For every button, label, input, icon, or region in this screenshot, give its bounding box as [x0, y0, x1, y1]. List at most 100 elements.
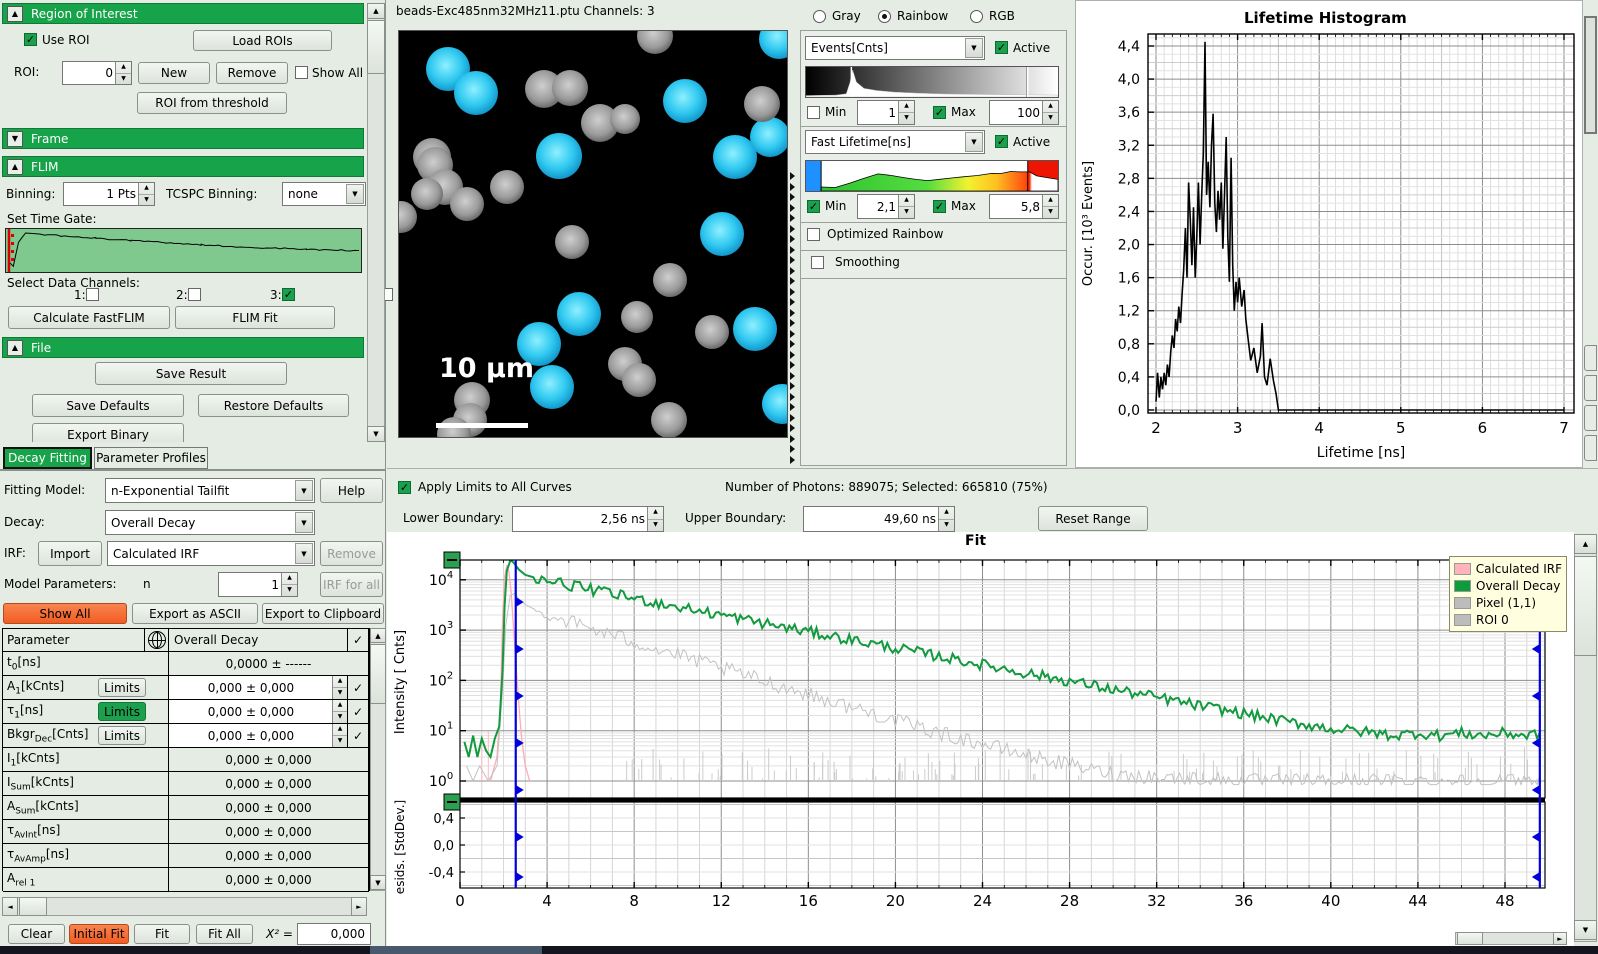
reset-range-button[interactable]: Reset Range: [1038, 506, 1148, 531]
optimized-rainbow-checkbox[interactable]: [807, 228, 820, 241]
param-fit-checkmark[interactable]: ✓: [348, 700, 369, 723]
lifetime-max-spinbox[interactable]: 5,8 ▲▼: [989, 194, 1059, 219]
spin-up-icon[interactable]: ▲: [939, 507, 954, 520]
upper-boundary-spinbox[interactable]: 49,60 ns ▲▼: [803, 506, 955, 532]
lifetime-min-checkbox[interactable]: [807, 200, 820, 213]
spin-arrows[interactable]: ▲▼: [898, 101, 914, 124]
save-result-button[interactable]: Save Result: [95, 362, 287, 385]
spin-arrows[interactable]: ▲▼: [332, 700, 347, 723]
fitting-model-dropdown[interactable]: n-Exponential Tailfit ▼: [105, 478, 315, 503]
spin-down-icon[interactable]: ▼: [939, 520, 954, 532]
spin-down-icon[interactable]: ▼: [1043, 207, 1058, 218]
curve-visible-checkmark[interactable]: ✓: [348, 629, 369, 651]
calculate-fastflim-button[interactable]: Calculate FastFLIM: [8, 306, 170, 329]
show-all-curves-button[interactable]: Show All: [3, 603, 127, 624]
fit-all-button[interactable]: Fit All: [196, 924, 253, 944]
scroll-down-icon[interactable]: ▼: [1574, 920, 1597, 940]
time-gate-preview[interactable]: [5, 228, 362, 273]
save-defaults-button[interactable]: Save Defaults: [32, 394, 184, 417]
new-roi-button[interactable]: New: [138, 62, 210, 84]
lifetime-gradient-bar[interactable]: [805, 160, 1059, 192]
channel-checkbox-2[interactable]: [188, 288, 201, 301]
events-max-spinbox[interactable]: 100 ▲▼: [989, 100, 1059, 125]
spin-arrows[interactable]: ▲▼: [898, 195, 914, 218]
load-rois-button[interactable]: Load ROIs: [193, 30, 332, 51]
roi-spin-arrows[interactable]: ▲▼: [115, 62, 131, 84]
rainbow-radio[interactable]: [878, 10, 891, 23]
initial-fit-button[interactable]: Initial Fit: [69, 924, 129, 944]
spin-down-icon[interactable]: ▼: [899, 207, 914, 218]
spin-up-icon[interactable]: ▲: [1043, 195, 1058, 207]
scroll-right-icon[interactable]: ►: [351, 897, 367, 916]
limits-button[interactable]: Limits: [98, 678, 146, 697]
events-gradient-bar[interactable]: [805, 66, 1059, 98]
expand-icon[interactable]: ▼: [7, 131, 23, 147]
export-ascii-button[interactable]: Export as ASCII: [132, 603, 258, 624]
decay-dropdown[interactable]: Overall Decay ▼: [105, 510, 315, 535]
section-header-region-of-interest[interactable]: ▲ Region of Interest: [2, 3, 364, 24]
limits-button[interactable]: Limits: [98, 702, 146, 721]
channel-checkbox-3[interactable]: [282, 288, 295, 301]
table-hscrollbar[interactable]: [2, 897, 367, 916]
lifetime-min-spinbox[interactable]: 2,1 ▲▼: [857, 194, 915, 219]
tool-strip-slot[interactable]: [1584, 16, 1597, 134]
param-value-input[interactable]: 0,000 ± 0,000▲▼: [169, 700, 348, 723]
tool-button[interactable]: [1584, 405, 1597, 431]
events-active-checkbox[interactable]: [995, 41, 1008, 54]
rgb-radio[interactable]: [970, 10, 983, 23]
spin-up-icon[interactable]: ▲: [899, 195, 914, 207]
events-min-checkbox[interactable]: [807, 106, 820, 119]
tab-decay-fitting[interactable]: Decay Fitting: [3, 447, 92, 469]
chevron-down-icon[interactable]: ▼: [295, 543, 313, 564]
irf-import-button[interactable]: Import: [38, 541, 102, 566]
export-clipboard-button[interactable]: Export to Clipboard: [262, 603, 384, 624]
roi-spinbox[interactable]: 0 ▲▼: [62, 61, 132, 85]
scroll-up-icon[interactable]: ▲: [1574, 534, 1597, 554]
fit-chart[interactable]: 048121620242832364044481001011021031040,…: [387, 532, 1574, 946]
binning-spinbox[interactable]: 1 Pts ▲▼: [63, 182, 155, 206]
spin-down-icon[interactable]: ▼: [139, 195, 154, 206]
scroll-down-icon[interactable]: ▼: [367, 426, 385, 442]
irf-dropdown[interactable]: Calculated IRF ▼: [107, 541, 315, 566]
spin-down-icon[interactable]: ▼: [899, 113, 914, 124]
smoothing-checkbox[interactable]: [811, 256, 824, 269]
lower-boundary-spinbox[interactable]: 2,56 ns ▲▼: [512, 506, 664, 532]
chevron-down-icon[interactable]: ▼: [295, 480, 313, 501]
n-spin-arrows[interactable]: ▲▼: [281, 573, 297, 596]
table-header-curve[interactable]: Overall Decay: [169, 629, 348, 651]
spin-up-icon[interactable]: ▲: [899, 101, 914, 113]
n-spinbox[interactable]: 1 ▲▼: [218, 572, 298, 597]
scrollbar-thumb[interactable]: [1574, 556, 1597, 656]
chevron-down-icon[interactable]: ▼: [295, 512, 313, 533]
chevron-down-icon[interactable]: ▼: [346, 184, 364, 204]
scrollbar-thumb[interactable]: [19, 897, 47, 916]
lifetime-max-checkbox[interactable]: [933, 200, 946, 213]
spin-down-icon[interactable]: ▼: [116, 74, 131, 85]
collapse-icon[interactable]: ▲: [7, 159, 23, 175]
tool-button[interactable]: [1584, 375, 1597, 401]
collapse-icon[interactable]: ▲: [7, 340, 23, 356]
spin-up-icon[interactable]: ▲: [648, 507, 663, 520]
spin-up-icon[interactable]: ▲: [1043, 101, 1058, 113]
limits-button[interactable]: Limits: [98, 726, 146, 745]
irf-remove-button[interactable]: Remove: [320, 541, 383, 566]
lifetime-channel-dropdown[interactable]: Fast Lifetime[ns] ▼: [805, 130, 985, 154]
scrollbar-thumb[interactable]: [367, 20, 385, 74]
spin-up-icon[interactable]: ▲: [282, 573, 297, 585]
scrollbar-thumb[interactable]: [370, 644, 386, 704]
section-header-flim[interactable]: ▲ FLIM: [2, 156, 364, 177]
roi-from-threshold-button[interactable]: ROI from threshold: [137, 92, 287, 114]
spin-up-icon[interactable]: ▲: [139, 183, 154, 195]
collapse-icon[interactable]: ▲: [7, 6, 23, 22]
use-roi-checkbox[interactable]: [24, 33, 37, 46]
export-binary-button[interactable]: Export Binary: [32, 423, 184, 442]
param-fit-checkmark[interactable]: ✓: [348, 676, 369, 699]
tool-button[interactable]: [1584, 345, 1597, 371]
param-value-input[interactable]: 0,000 ± 0,000▲▼: [169, 724, 348, 747]
events-channel-dropdown[interactable]: Events[Cnts] ▼: [805, 36, 985, 60]
chevron-down-icon[interactable]: ▼: [965, 132, 983, 152]
spin-down-icon[interactable]: ▼: [282, 585, 297, 596]
tcspc-binning-dropdown[interactable]: none ▼: [282, 182, 366, 206]
spin-arrows[interactable]: ▲▼: [332, 676, 347, 699]
scrollbar-thumb[interactable]: [1457, 932, 1483, 945]
